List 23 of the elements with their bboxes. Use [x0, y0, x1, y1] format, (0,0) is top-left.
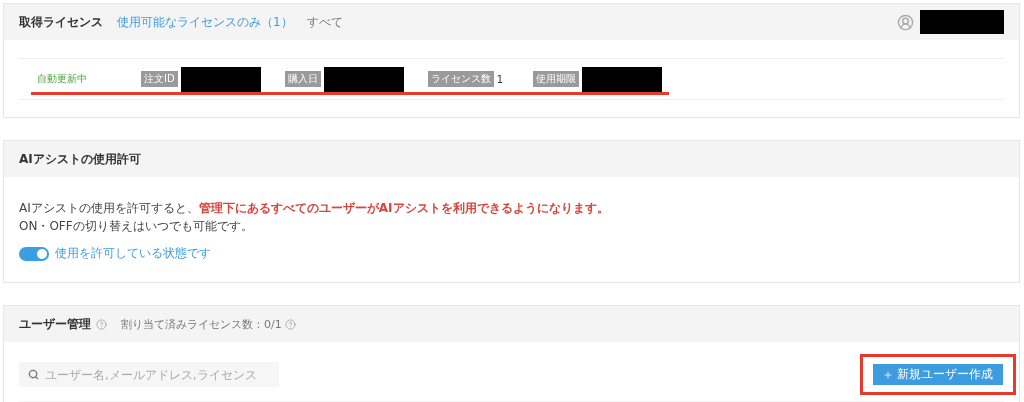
search-icon [28, 369, 39, 380]
plus-icon [883, 369, 893, 380]
description-text: ON・OFFの切り替えはいつでも可能です。 [19, 218, 254, 235]
help-icon[interactable] [96, 318, 107, 330]
field-label-tag: 使用期限 [533, 71, 580, 87]
field-label-tag: 注文ID [141, 71, 178, 87]
status-text: 自動更新中 [37, 72, 88, 86]
search-field[interactable]: ユーザー名,メールアドレス,ライセンス [19, 362, 279, 387]
filter-tab[interactable]: 使用可能なライセンスのみ（1） [117, 13, 293, 31]
field-label-tag: 購入日 [284, 71, 321, 87]
toggle-switch[interactable] [19, 246, 49, 261]
filter-tab[interactable]: すべて [306, 13, 343, 31]
toggle-label: 使用を許可している状態です [55, 245, 211, 262]
section-title: ユーザー管理 [19, 315, 91, 333]
assigned-count: 割り当て済みライセンス数：0/1 [121, 316, 282, 332]
user-avatar-icon[interactable] [897, 13, 914, 31]
field-label-tag: ライセンス数 [427, 71, 494, 87]
section-title: AIアシストの使用許可 [19, 150, 141, 168]
field-value: 1 [496, 73, 504, 85]
description-text: AIアシストの使用を許可すると、管理下にあるすべてのユーザーがAIアシストを利用できるようになります。 [19, 200, 610, 217]
new-user-button[interactable]: 新規ユーザー作成 [873, 364, 1003, 385]
help-icon[interactable] [284, 318, 296, 330]
section-title: 取得ライセンス [19, 13, 103, 31]
